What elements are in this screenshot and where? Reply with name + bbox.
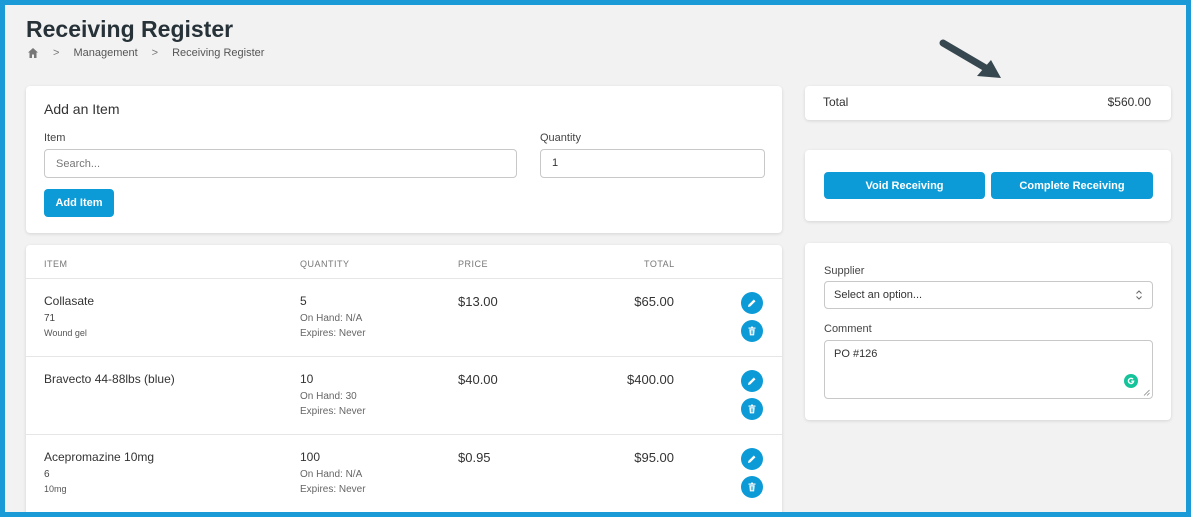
item-total: $65.00 xyxy=(634,294,674,309)
pointer-arrow-icon xyxy=(939,39,1001,78)
item-on-hand: On Hand: N/A xyxy=(300,469,363,480)
item-name: Acepromazine 10mg xyxy=(44,450,155,464)
edit-icon[interactable] xyxy=(741,292,763,314)
item-expires: Expires: Never xyxy=(300,406,366,417)
item-label: Item xyxy=(44,132,66,144)
item-code: 71 xyxy=(44,313,56,324)
breadcrumb-current: Receiving Register xyxy=(172,47,265,59)
item-quantity: 10 xyxy=(300,372,314,386)
column-item: ITEM xyxy=(44,259,68,269)
item-name: Collasate xyxy=(44,294,95,308)
item-total: $400.00 xyxy=(627,372,674,387)
quantity-label: Quantity xyxy=(540,132,581,144)
comment-label: Comment xyxy=(824,323,872,335)
comment-text: PO #126 xyxy=(834,348,878,360)
table-header: ITEM QUANTITY PRICE TOTAL xyxy=(26,245,782,279)
item-expires: Expires: Never xyxy=(300,328,366,339)
item-code: 6 xyxy=(44,469,50,480)
supplier-select[interactable]: Select an option... xyxy=(824,281,1153,309)
item-on-hand: On Hand: N/A xyxy=(300,313,363,324)
total-card: Total $560.00 xyxy=(805,86,1171,120)
actions-card: Void Receiving Complete Receiving xyxy=(805,150,1171,221)
edit-icon[interactable] xyxy=(741,448,763,470)
home-icon[interactable] xyxy=(27,47,39,59)
item-description: Wound gel xyxy=(44,328,87,338)
item-price: $0.95 xyxy=(458,450,491,465)
resize-handle-icon[interactable] xyxy=(1143,389,1150,396)
chevron-right-icon: > xyxy=(53,47,60,59)
item-total: $95.00 xyxy=(634,450,674,465)
item-quantity: 5 xyxy=(300,294,307,308)
grammarly-icon[interactable] xyxy=(1124,374,1138,388)
breadcrumb-management[interactable]: Management xyxy=(73,47,137,59)
delete-icon[interactable] xyxy=(741,398,763,420)
item-price: $40.00 xyxy=(458,372,498,387)
item-name: Bravecto 44-88lbs (blue) xyxy=(44,372,175,386)
complete-receiving-button[interactable]: Complete Receiving xyxy=(991,172,1153,199)
table-row: Collasate 71 Wound gel 5 On Hand: N/A Ex… xyxy=(26,279,782,357)
comment-field[interactable]: PO #126 xyxy=(824,340,1153,399)
table-row: Bravecto 44-88lbs (blue) 10 On Hand: 30 … xyxy=(26,357,782,435)
supplier-label: Supplier xyxy=(824,265,865,277)
item-expires: Expires: Never xyxy=(300,484,366,495)
delete-icon[interactable] xyxy=(741,320,763,342)
supplier-selected-value: Select an option... xyxy=(834,289,923,301)
page-title: Receiving Register xyxy=(26,16,234,42)
item-on-hand: On Hand: 30 xyxy=(300,391,357,402)
chevron-right-icon: > xyxy=(151,47,159,59)
total-value: $560.00 xyxy=(1107,95,1151,109)
quantity-input[interactable]: 1 xyxy=(540,149,765,178)
column-quantity: QUANTITY xyxy=(300,259,350,269)
total-label: Total xyxy=(823,95,849,109)
item-search-input[interactable] xyxy=(44,149,517,178)
add-item-button[interactable]: Add Item xyxy=(44,189,114,217)
column-total: TOTAL xyxy=(644,259,675,269)
item-quantity: 100 xyxy=(300,450,321,464)
breadcrumb: > Management > Receiving Register xyxy=(27,47,264,59)
select-caret-icon xyxy=(1136,290,1142,300)
details-card: Supplier Select an option... Comment PO … xyxy=(805,243,1171,420)
delete-icon[interactable] xyxy=(741,476,763,498)
column-price: PRICE xyxy=(458,259,489,269)
void-receiving-button[interactable]: Void Receiving xyxy=(824,172,985,199)
item-price: $13.00 xyxy=(458,294,498,309)
item-description: 10mg xyxy=(44,484,67,494)
add-item-title: Add an Item xyxy=(44,101,120,117)
app-frame: Receiving Register > Management > Receiv… xyxy=(0,0,1191,517)
items-table: ITEM QUANTITY PRICE TOTAL Collasate 71 W… xyxy=(26,245,782,512)
table-row: Acepromazine 10mg 6 10mg 100 On Hand: N/… xyxy=(26,435,782,512)
add-item-card: Add an Item Item Quantity 1 Add Item xyxy=(26,86,782,233)
edit-icon[interactable] xyxy=(741,370,763,392)
